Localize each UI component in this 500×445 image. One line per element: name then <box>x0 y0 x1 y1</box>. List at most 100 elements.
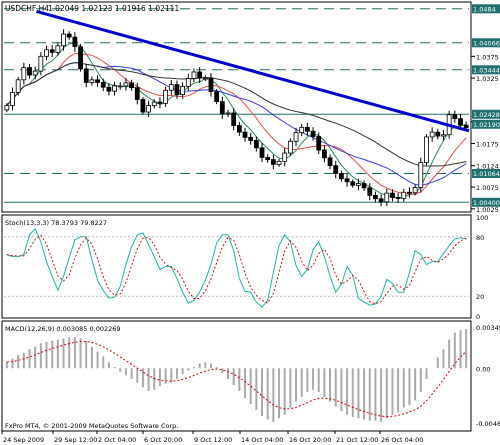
price-tick-label: 1.0325 <box>476 75 499 83</box>
candle-body <box>27 67 32 76</box>
stoch-tick-label: 20 <box>476 293 484 301</box>
candle-body <box>38 55 44 72</box>
price-tick-label: 1.0075 <box>476 184 499 192</box>
time-label: 2 Oct 04:00 <box>98 436 136 444</box>
level-tag-label: 1.0484 <box>473 5 496 13</box>
macd-label: MACD(12,26,9) 0.003085 0.002269 <box>5 325 121 333</box>
candle-body <box>265 156 271 160</box>
candle-body <box>202 77 208 80</box>
candle-body <box>282 152 288 162</box>
price-panel <box>1 1 472 213</box>
candle-body <box>32 70 38 76</box>
macd-panel <box>1 320 472 432</box>
candle-body <box>208 77 214 92</box>
candle-body <box>214 91 220 103</box>
candle-body <box>78 46 83 70</box>
macd-tick-label: -0.00461 <box>476 420 500 428</box>
candle-body <box>185 78 191 87</box>
time-label: 26 Oct 04:00 <box>381 436 423 444</box>
candle-body <box>458 118 463 126</box>
candle-body <box>129 82 134 89</box>
candle-body <box>418 162 424 188</box>
time-label: 6 Oct 20:00 <box>144 436 182 444</box>
stoch-axis: 100 80 20 0 <box>476 214 488 321</box>
candle-body <box>134 87 140 100</box>
candle-body <box>21 67 27 81</box>
candle-body <box>287 140 293 154</box>
stoch-label: Stoch(13,3,3) 78.3793 79.8227 <box>5 219 107 227</box>
candle-body <box>146 105 152 113</box>
stoch-tick-label: 0 <box>476 313 480 321</box>
candle-body <box>356 183 361 186</box>
candle-body <box>44 49 49 57</box>
level-tag-label: 1.04066 <box>473 39 500 47</box>
candle-body <box>367 187 373 196</box>
forex-chart: 1.03751.03251.02251.01751.01241.00751.00… <box>1 1 500 444</box>
candle-body <box>163 89 169 104</box>
candle-body <box>66 33 72 38</box>
candle-body <box>123 82 129 87</box>
stoch-tick-label: 100 <box>476 214 488 222</box>
candle-body <box>225 112 231 115</box>
time-label: 14 Oct 04:00 <box>241 436 283 444</box>
candle-body <box>151 101 157 106</box>
candle-body <box>310 130 316 137</box>
candle-body <box>270 159 276 165</box>
candle-body <box>248 136 254 141</box>
candle-body <box>452 114 458 120</box>
candle-body <box>299 126 305 133</box>
candle-body <box>253 140 259 149</box>
candle-body <box>463 124 469 129</box>
candle-body <box>401 191 407 199</box>
macd-axis: 0.00345 0.00 -0.00461 <box>476 324 500 428</box>
time-label: 21 Oct 12:00 <box>336 436 378 444</box>
time-label: 9 Oct 12:00 <box>194 436 232 444</box>
level-labels: 1.0484 1.04066 1.03444 1.02428 1.02190 1.0106… <box>472 4 500 207</box>
price-tick-label: 1.0025 <box>476 206 499 214</box>
candle-body <box>373 194 378 200</box>
candle-body <box>83 68 89 83</box>
candle-body <box>61 33 66 47</box>
candle-body <box>435 131 441 137</box>
candle-body <box>384 192 390 203</box>
time-label: 16 Oct 20:00 <box>289 436 331 444</box>
candle-body <box>174 84 180 96</box>
candle-body <box>316 136 322 151</box>
candle-body <box>168 84 174 91</box>
candle-body <box>219 101 225 115</box>
candle-body <box>293 132 299 142</box>
candle-body <box>236 125 242 133</box>
candle-body <box>95 79 100 83</box>
candle-body <box>55 45 61 53</box>
candle-body <box>89 79 95 83</box>
candle-body <box>424 136 429 164</box>
candle-body <box>407 191 412 194</box>
candle-body <box>350 181 356 186</box>
level-tag-label: 1.03444 <box>473 66 500 74</box>
candle-body <box>429 131 435 138</box>
candle-body <box>106 86 112 92</box>
candle-body <box>276 160 282 165</box>
candle-body <box>304 126 310 132</box>
candle-body <box>361 183 367 189</box>
candle-body <box>378 198 384 203</box>
level-tag-label: 1.02428 <box>473 111 500 119</box>
level-tag-label: 1.01064 <box>473 170 500 178</box>
time-label: 29 Sep 12:00 <box>54 436 97 444</box>
candle-body <box>339 173 344 180</box>
candle-body <box>321 149 327 159</box>
price-axis: 1.03751.03251.02251.01751.01241.00751.00… <box>471 53 499 214</box>
candle-body <box>259 147 265 158</box>
candle-body <box>197 71 203 79</box>
candle-body <box>157 101 163 104</box>
chart-symbol: USDCHF,H4 <box>5 4 49 13</box>
price-tick-label: 1.0375 <box>476 53 499 61</box>
candle-body <box>112 85 117 92</box>
candle-body <box>72 36 78 48</box>
macd-tick-label: 0.00 <box>476 365 490 373</box>
candle-body <box>117 85 123 88</box>
level-tag-label: 1.02190 <box>473 121 500 129</box>
candle-body <box>180 85 186 96</box>
candle-body <box>395 197 401 199</box>
candle-body <box>412 187 418 194</box>
